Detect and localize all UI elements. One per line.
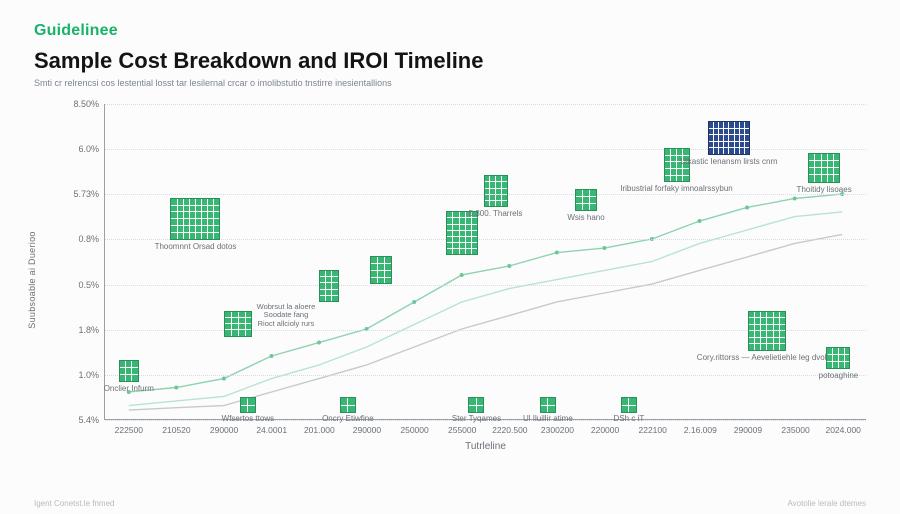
gridline-h [105,375,866,376]
gridline-h [105,239,866,240]
x-tick: 210520 [162,425,190,435]
baseline-marker-icon [469,398,483,412]
baseline-marker-icon [341,398,355,412]
x-tick: 290000 [210,425,238,435]
solar-panel-icon [809,154,839,182]
y-axis-label: Suubsoable ai Duerioo [27,231,37,328]
data-point [269,354,273,358]
baseline-label: Oncry Etiwfine [322,414,374,423]
data-point [460,273,464,277]
page-root: Guidelinee Sample Cost Breakdown and IRO… [0,0,900,514]
baseline-label: Ster Tyqames [452,414,501,423]
solar-panel-icon [576,190,596,210]
data-point [793,197,797,201]
x-tick: 250000 [400,425,428,435]
series-roi-a [129,194,842,392]
x-axis-label: Tutrleline [465,441,506,452]
y-tick: 5.73% [73,189,99,199]
x-tick: 222500 [115,425,143,435]
panel-label: Thoomnnt Orsad dotos [155,242,237,251]
x-tick: 201.000 [304,425,335,435]
baseline-label: DSh c iT [614,414,645,423]
gridline-h [105,104,866,105]
x-tick: 290000 [353,425,381,435]
footer-credit-right: Avotolie lerale dtemes [787,499,866,508]
x-tick: 222100 [639,425,667,435]
page-title: Sample Cost Breakdown and IROI Timeline [34,48,866,74]
baseline-marker-icon [541,398,555,412]
baseline-marker-icon [241,398,255,412]
data-point [174,386,178,390]
gridline-h [105,285,866,286]
x-tick: 2024.000 [825,425,860,435]
data-point [555,251,559,255]
page-subtitle: Smti cr relrencsi cos lestential losst t… [34,78,866,88]
solar-panel-icon [447,212,477,254]
y-tick: 1.0% [78,370,99,380]
y-tick: 5.4% [78,415,99,425]
x-tick: 220000 [591,425,619,435]
data-point [602,246,606,250]
footer-credit-left: Igent Conetst.le fnmed [34,499,115,508]
data-point [745,205,749,209]
solar-panel-icon [709,122,749,154]
gridline-h [105,149,866,150]
plot-area: Tutrleline 5.4%1.0%1.8%0.5%0.8%5.73%6.0%… [104,104,866,420]
chart-container: Suubsoable ai Duerioo Tutrleline 5.4%1.0… [74,104,866,456]
x-tick: 2220.500 [492,425,527,435]
baseline-label: Ul Iluillir atime [523,414,573,423]
y-tick: 1.8% [78,325,99,335]
x-tick: 2300200 [541,425,574,435]
y-tick: 6.0% [78,144,99,154]
mid-annotation: Wobrsut la aloereSoodate fangRioct allci… [257,303,316,329]
solar-panel-icon [827,348,849,368]
x-tick: 235000 [781,425,809,435]
panel-label: Thoitidy lisoaes [797,185,852,194]
data-point [698,219,702,223]
panel-label: potoaghine [819,371,859,380]
panel-label: Ulkastic Ienansm lirsts cnrn [680,157,777,166]
data-point [317,341,321,345]
solar-panel-icon [749,312,785,350]
data-point [222,377,226,381]
brand-label: Guidelinee [34,22,866,40]
baseline-label: Wfsertos ttows [222,414,274,423]
chart-lines [105,104,866,419]
data-point [507,264,511,268]
baseline-marker-icon [622,398,636,412]
solar-panel-icon [485,176,507,206]
solar-panel-icon [171,199,219,239]
panel-label: Cory.rittorss — Aevelietiehle leg dvolin… [697,353,837,362]
x-tick: 255000 [448,425,476,435]
x-tick: 24.0001 [256,425,287,435]
solar-panel-icon [371,257,391,283]
x-tick: 2.16.009 [684,425,717,435]
solar-panel-icon [320,271,338,301]
y-tick: 8.50% [73,99,99,109]
y-tick: 0.8% [78,234,99,244]
solar-panel-icon [225,312,251,336]
x-tick: 290009 [734,425,762,435]
data-point [412,300,416,304]
panel-label: Onclier Infurm [104,384,154,393]
panel-label: 5.300. Tharrels [469,209,523,218]
panel-label: Wsis hano [567,213,604,222]
panel-label: Iribustrial forfaky imnoalrssybun [620,184,732,193]
solar-panel-icon [120,361,138,381]
y-tick: 0.5% [78,280,99,290]
